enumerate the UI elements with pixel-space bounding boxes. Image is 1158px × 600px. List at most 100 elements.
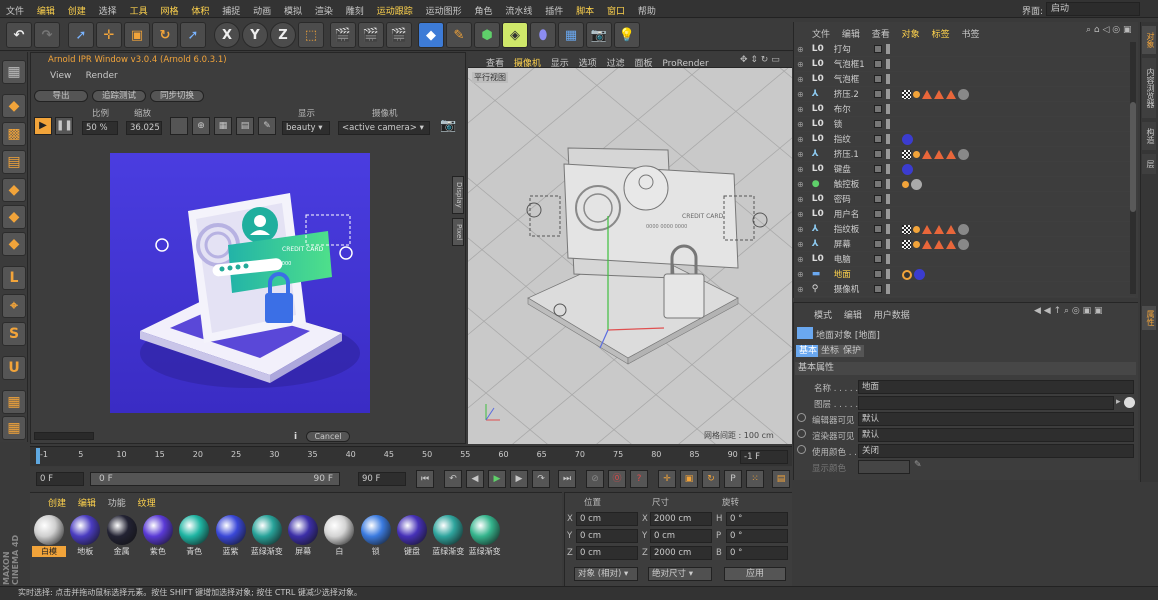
object-row[interactable]: ⊕ L0 键盘	[795, 162, 1135, 177]
recent-tool-icon[interactable]: ➚	[180, 22, 206, 48]
timeline-end-field[interactable]: -1 F	[740, 450, 788, 464]
object-row[interactable]: ⊕ L0 气泡框	[795, 72, 1135, 87]
visibility-toggle[interactable]	[886, 134, 890, 144]
key-rotate-icon[interactable]: ↻	[702, 470, 720, 488]
layer-toggle[interactable]	[874, 105, 882, 113]
ratio-select[interactable]: 50 %	[82, 121, 118, 135]
material-tag-icon[interactable]	[902, 164, 913, 175]
material-swatch[interactable]: 屏幕	[286, 513, 320, 557]
material-swatch[interactable]: 白	[322, 513, 356, 557]
use-color-radio[interactable]	[797, 445, 806, 454]
rotation-field[interactable]: 0 °	[726, 512, 788, 526]
move-icon[interactable]: ✛	[96, 22, 122, 48]
layer-toggle[interactable]	[874, 60, 882, 68]
coord-size-select[interactable]: 绝对尺寸 ▾	[648, 567, 712, 581]
menu-mograph[interactable]: 运动图形	[426, 7, 462, 17]
layer-toggle[interactable]	[874, 255, 882, 263]
compositing-tag-icon[interactable]	[902, 269, 912, 280]
scale-field[interactable]: 36.025	[126, 121, 162, 135]
phong-tag-icon[interactable]	[934, 240, 944, 249]
ipr-menu-view[interactable]: View	[50, 71, 71, 81]
region-icon[interactable]	[170, 117, 188, 135]
menu-volume[interactable]: 体积	[191, 7, 209, 17]
layer-arrow-icon[interactable]: ▸	[1116, 397, 1121, 407]
phong-tag-icon[interactable]	[946, 90, 956, 99]
camera-select[interactable]: <active camera> ▾	[338, 121, 430, 135]
cloner-icon[interactable]: ◈	[502, 22, 528, 48]
pen-icon[interactable]: ✎	[446, 22, 472, 48]
dot-tag-icon[interactable]	[913, 91, 920, 98]
phong-tag-icon[interactable]	[922, 90, 932, 99]
globe-icon[interactable]: ⊕	[192, 117, 210, 135]
use-color-select[interactable]: 关闭	[858, 444, 1134, 458]
menu-simulate[interactable]: 模拟	[284, 7, 302, 17]
phong-tag-icon[interactable]	[946, 225, 956, 234]
expand-icon[interactable]: ⊕	[797, 210, 804, 219]
end-frame-field[interactable]: 90 F	[358, 472, 406, 486]
expand-icon[interactable]: ⊕	[797, 90, 804, 99]
size-field[interactable]: 0 cm	[650, 529, 712, 543]
layer-toggle[interactable]	[874, 285, 882, 293]
object-row[interactable]: ⊕ L0 锁	[795, 117, 1135, 132]
material-swatch[interactable]: 锁	[359, 513, 393, 557]
expand-icon[interactable]: ⊕	[797, 75, 804, 84]
visibility-toggle[interactable]	[886, 59, 890, 69]
menu-file[interactable]: 文件	[6, 7, 24, 17]
object-row[interactable]: ⊕ L0 气泡框1	[795, 57, 1135, 72]
start-frame-field[interactable]: 0 F	[36, 472, 84, 486]
pixel-side-tab[interactable]: Pixel	[452, 218, 464, 246]
material-swatch[interactable]: 蓝绿渐变	[250, 513, 284, 557]
layer-toggle[interactable]	[874, 90, 882, 98]
position-field[interactable]: 0 cm	[576, 512, 638, 526]
attr-menu-mode[interactable]: 模式	[814, 311, 832, 321]
visibility-toggle[interactable]	[886, 44, 890, 54]
expand-icon[interactable]: ⊕	[797, 150, 804, 159]
object-row[interactable]: ⊕ ⚲ 摄像机	[795, 282, 1135, 297]
side-tab-objects[interactable]: 对象	[1142, 26, 1156, 54]
object-row[interactable]: ⊕ L0 用户名	[795, 207, 1135, 222]
material-tag-icon[interactable]	[902, 134, 913, 145]
texture-tag-icon[interactable]	[902, 150, 911, 159]
material-tag-icon[interactable]	[911, 179, 922, 190]
layer-toggle[interactable]	[874, 45, 882, 53]
display-color-swatch[interactable]	[858, 460, 910, 474]
attr-name-field[interactable]: 地面	[858, 380, 1134, 394]
texture-tag-icon[interactable]	[902, 225, 911, 234]
next-key-icon[interactable]: ↷	[532, 470, 550, 488]
object-row[interactable]: ⊕ ● 触控板	[795, 177, 1135, 192]
material-swatch[interactable]: 青色	[177, 513, 211, 557]
rotate-icon[interactable]: ↻	[152, 22, 178, 48]
picker-icon[interactable]: ✎	[258, 117, 276, 135]
dot-tag-icon[interactable]	[913, 241, 920, 248]
make-editable-icon[interactable]: ▦	[2, 60, 26, 84]
redo-icon[interactable]: ↷	[34, 22, 60, 48]
visibility-toggle[interactable]	[886, 239, 890, 249]
render-view-icon[interactable]: 🎬	[330, 22, 356, 48]
mm-menu-create[interactable]: 创建	[48, 499, 66, 509]
autokey-icon[interactable]: ⓪	[608, 470, 626, 488]
tweak-mode-icon[interactable]: ⌖	[2, 294, 26, 318]
deformer-icon[interactable]: ⬮	[530, 22, 556, 48]
om-menu-objects[interactable]: 对象	[902, 30, 920, 40]
menu-pipeline[interactable]: 流水线	[505, 7, 532, 17]
visibility-toggle[interactable]	[886, 284, 890, 294]
visibility-toggle[interactable]	[886, 254, 890, 264]
om-menu-bookmarks[interactable]: 书签	[961, 30, 979, 40]
subdivision-icon[interactable]: ⬢	[474, 22, 500, 48]
x-axis-button[interactable]: X	[214, 22, 240, 48]
material-swatch[interactable]: 金属	[105, 513, 139, 557]
om-menu-view[interactable]: 查看	[872, 30, 890, 40]
phong-tag-icon[interactable]	[922, 150, 932, 159]
object-row[interactable]: ⊕ L0 电脑	[795, 252, 1135, 267]
material-tag-icon[interactable]	[958, 149, 969, 160]
display-side-tab[interactable]: Display	[452, 176, 464, 214]
layout-select[interactable]: 启动	[1046, 2, 1140, 16]
render-visible-radio[interactable]	[797, 429, 806, 438]
render-visible-select[interactable]: 默认	[858, 428, 1134, 442]
menu-help[interactable]: 帮助	[638, 7, 656, 17]
menu-plugins[interactable]: 插件	[545, 7, 563, 17]
model-mode-icon[interactable]: ◆	[2, 94, 26, 118]
om-search-icon[interactable]: ⌕ ⌂ ◁ ◎ ▣	[1086, 25, 1131, 35]
layer-toggle[interactable]	[874, 240, 882, 248]
menu-window[interactable]: 窗口	[607, 7, 625, 17]
